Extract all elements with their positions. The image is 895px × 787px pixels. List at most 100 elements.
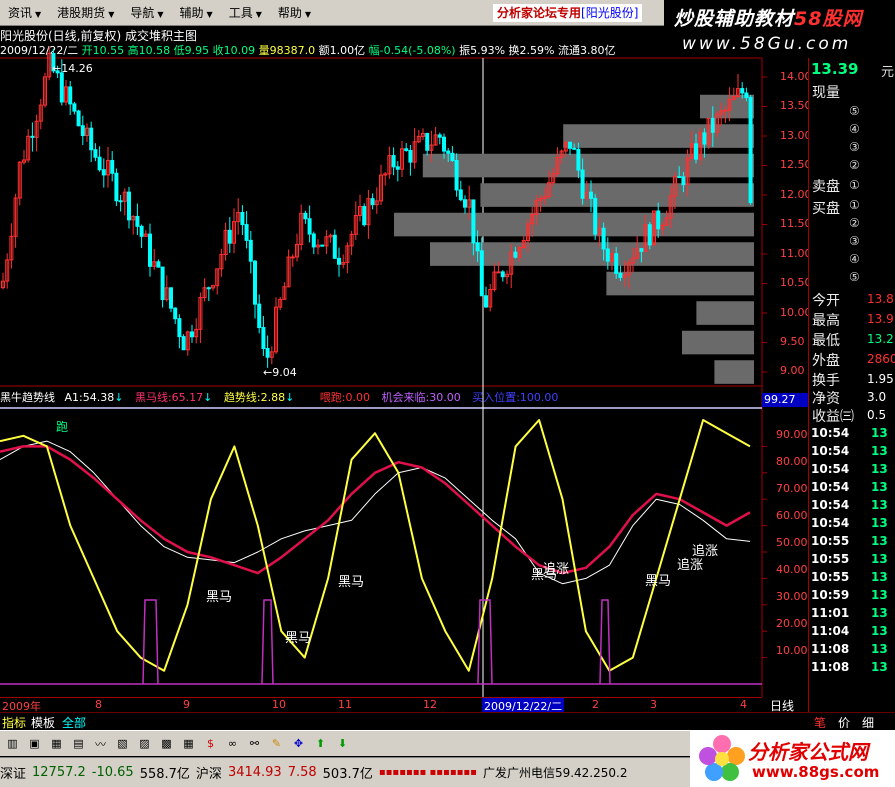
candle-body bbox=[257, 303, 262, 329]
move-icon[interactable]: ✥ bbox=[289, 734, 308, 753]
candle-body bbox=[723, 109, 728, 112]
candle-body bbox=[118, 200, 123, 203]
candle-body bbox=[395, 166, 400, 170]
candle-body bbox=[59, 72, 64, 103]
candle-body bbox=[261, 327, 266, 350]
candle-body bbox=[437, 134, 442, 138]
candle-body bbox=[72, 103, 77, 112]
tab-trades[interactable]: 笔 bbox=[814, 714, 826, 731]
line-chart-icon[interactable]: 〰 bbox=[91, 734, 110, 753]
candle-body bbox=[748, 97, 753, 204]
candle-body bbox=[694, 143, 698, 160]
logo-text: 分析家公式网 bbox=[748, 740, 868, 764]
date-tick: 3 bbox=[650, 698, 657, 711]
chance-signal-spike bbox=[477, 599, 493, 685]
tick-row: 10:54 13 bbox=[811, 462, 888, 476]
candle-body bbox=[290, 256, 295, 259]
market-mini-bars: ▪▪▪▪▪▪▪ ▪▪▪▪▪▪▪ bbox=[378, 767, 477, 778]
price-tick: 10.00 bbox=[780, 306, 812, 319]
candle-body bbox=[618, 272, 623, 278]
grid-icon[interactable]: ▦ bbox=[47, 734, 66, 753]
window-icon[interactable]: ▣ bbox=[25, 734, 44, 753]
candle-body bbox=[740, 88, 745, 94]
tick-row: 10:59 13 bbox=[811, 588, 888, 602]
dollar-icon[interactable]: $ bbox=[201, 734, 220, 753]
date-tick: 11 bbox=[338, 698, 352, 711]
candle-body bbox=[702, 132, 707, 145]
arrow-down-icon[interactable]: ⬇ bbox=[333, 734, 352, 753]
candle-body bbox=[311, 233, 316, 248]
candle-body bbox=[463, 199, 467, 208]
f10-icon[interactable]: ▤ bbox=[69, 734, 88, 753]
arrow-up-icon[interactable]: ⬆ bbox=[311, 734, 330, 753]
ind-tick: 60.00 bbox=[776, 509, 808, 522]
price-tick: 12.50 bbox=[780, 158, 812, 171]
volume-profile-bar bbox=[480, 183, 754, 207]
link-icon[interactable]: ∞ bbox=[223, 734, 242, 753]
price-tick: 10.50 bbox=[780, 276, 812, 289]
tick-price: 13 bbox=[871, 516, 888, 530]
tick-price: 13 bbox=[871, 480, 888, 494]
date-axis: 2009年 8 9 10 11 12 2009/12/22/二 2 3 4 bbox=[0, 697, 762, 714]
candle-body bbox=[446, 150, 451, 154]
pencil-icon[interactable]: ✎ bbox=[267, 734, 286, 753]
volume-profile-bar bbox=[696, 301, 754, 325]
tick-row: 10:54 13 bbox=[811, 426, 888, 440]
high-mark-label: ←14.26 bbox=[52, 62, 93, 75]
isp-label: 广发广州电信59.42.250.2 bbox=[482, 766, 628, 780]
ind-tick: 30.00 bbox=[776, 590, 808, 603]
candle-body bbox=[248, 239, 253, 262]
tick-row: 10:55 13 bbox=[811, 552, 888, 566]
ind-tick: 80.00 bbox=[776, 455, 808, 468]
kdj-icon[interactable]: ▨ bbox=[135, 734, 154, 753]
candle-body bbox=[568, 141, 572, 149]
toolbar: ▥ ▣ ▦ ▤ 〰 ▧ ▨ ▩ ▦ $ ∞ ⚯ ✎ ✥ ⬆ ⬇ bbox=[0, 730, 690, 756]
price-tick: 14.00 bbox=[780, 70, 812, 83]
tick-price: 13 bbox=[871, 624, 888, 638]
current-volume-label: 现量 bbox=[812, 85, 840, 101]
candle-body bbox=[320, 244, 325, 247]
volume-profile-bar bbox=[714, 360, 754, 384]
annot-heima-2: 黑马 bbox=[285, 631, 312, 646]
tab-price[interactable]: 价 bbox=[838, 714, 850, 731]
tab-template[interactable]: 模板 bbox=[31, 714, 55, 731]
candle-body bbox=[450, 152, 455, 162]
candle-body bbox=[425, 132, 430, 151]
volume-profile-bar bbox=[682, 330, 754, 355]
tab-all[interactable]: 全部 bbox=[62, 714, 86, 731]
candle-body bbox=[589, 191, 593, 199]
tab-detail[interactable]: 细 bbox=[862, 714, 874, 731]
logo: 分析家公式网 www.88gs.com bbox=[690, 730, 895, 787]
chain-icon[interactable]: ⚯ bbox=[245, 734, 264, 753]
candle-body bbox=[68, 86, 73, 105]
tick-price: 13 bbox=[871, 462, 888, 476]
candle-body bbox=[744, 92, 749, 99]
candle-body bbox=[89, 127, 94, 151]
sell-label: 卖盘 bbox=[812, 179, 840, 195]
calc-icon[interactable]: ▩ bbox=[157, 734, 176, 753]
candle-body bbox=[240, 211, 245, 226]
candle-body bbox=[97, 156, 102, 171]
bar-chart-icon[interactable]: ▥ bbox=[3, 734, 22, 753]
candle-body bbox=[677, 176, 682, 179]
candle-body bbox=[408, 149, 413, 163]
candle-body bbox=[101, 169, 106, 176]
tick-row: 11:04 13 bbox=[811, 624, 888, 638]
ind-tick: 20.00 bbox=[776, 617, 808, 630]
current-price: 13.39 bbox=[811, 60, 859, 78]
rsi-icon[interactable]: ▧ bbox=[113, 734, 132, 753]
indicator-legend: 黑牛趋势线 A1:54.38↓ 黑马线:65.17↓ 趋势线:2.88↓ 喂跑:… bbox=[0, 391, 559, 404]
table-icon[interactable]: ▦ bbox=[179, 734, 198, 753]
candle-body bbox=[265, 348, 270, 358]
tick-price: 13 bbox=[871, 642, 888, 656]
candle-body bbox=[337, 257, 341, 265]
candle-body bbox=[391, 155, 396, 168]
candle-body bbox=[601, 227, 606, 250]
candle-body bbox=[681, 176, 686, 186]
candle-body bbox=[576, 148, 581, 171]
candle-body bbox=[572, 147, 577, 150]
tick-row: 10:54 13 bbox=[811, 516, 888, 530]
tick-row: 10:54 13 bbox=[811, 498, 888, 512]
tick-row: 10:55 13 bbox=[811, 534, 888, 548]
tab-indicator[interactable]: 指标 bbox=[2, 714, 26, 731]
